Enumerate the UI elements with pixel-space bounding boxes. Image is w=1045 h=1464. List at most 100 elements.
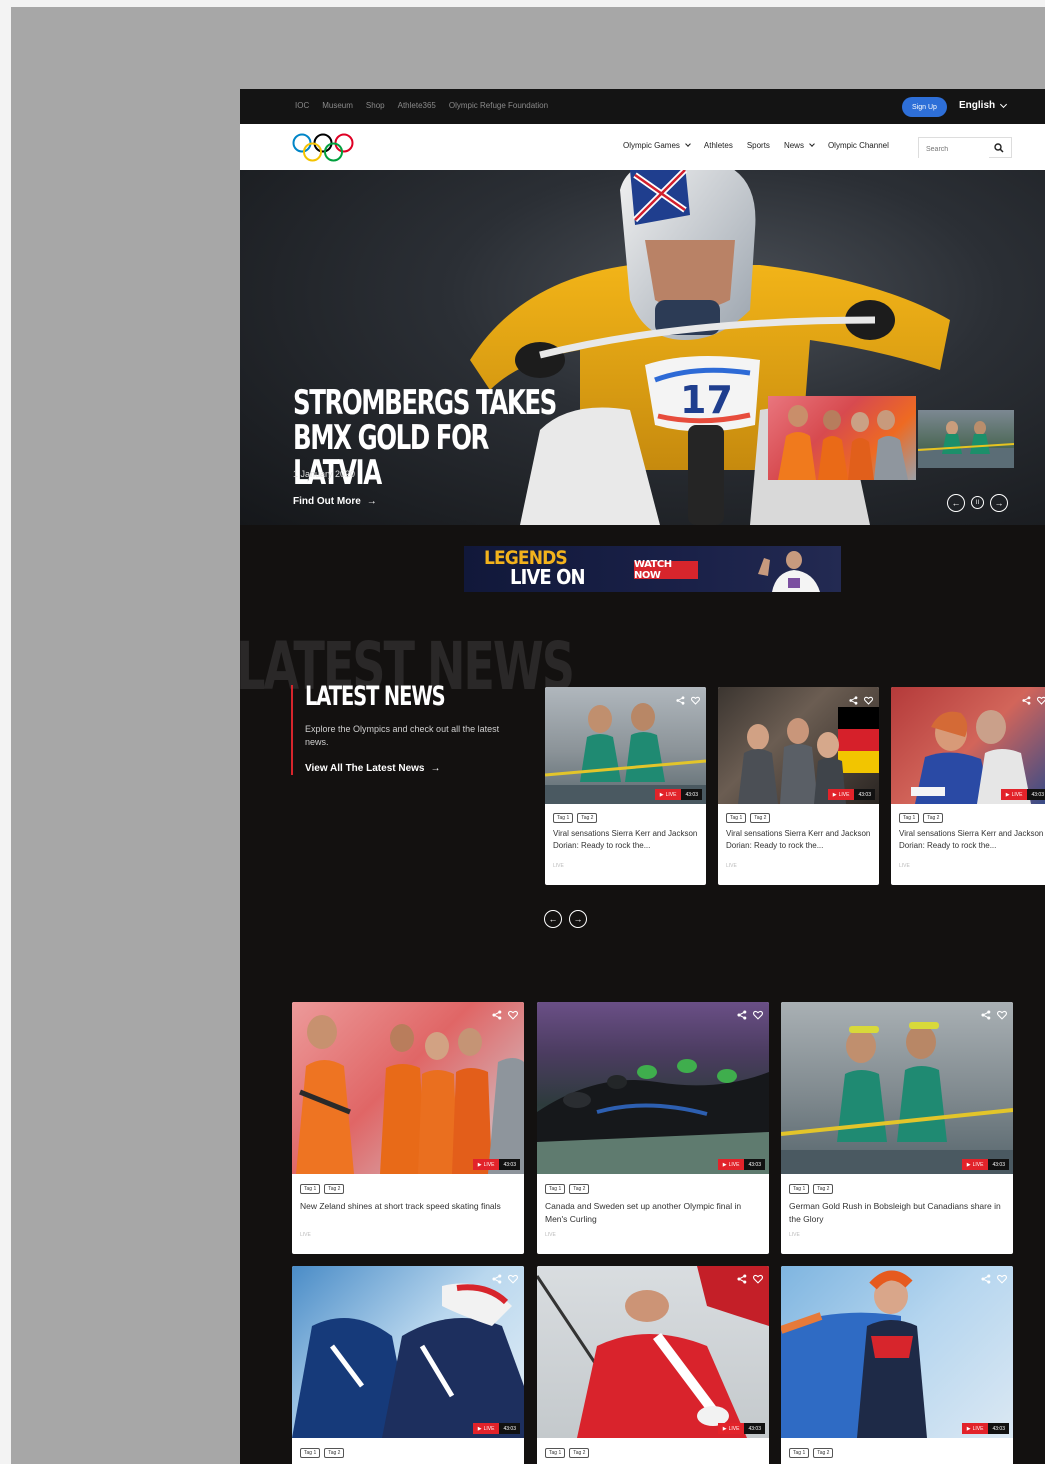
- utility-link-ioc[interactable]: IOC: [295, 101, 309, 110]
- nav-item-olympic-games[interactable]: Olympic Games: [623, 141, 691, 150]
- hero-thumbnails: [768, 396, 1014, 480]
- tag-chip[interactable]: Tag 1: [300, 1184, 321, 1194]
- nav-item-athletes[interactable]: Athletes: [704, 141, 733, 150]
- news-grid-card[interactable]: ▶ LIVE 43:03 Tag 1 Tag 2 New Zeland shine…: [292, 1002, 524, 1254]
- news-card[interactable]: ▶ LIVE 43:03 Tag 1 Tag 2 Viral sensations…: [891, 687, 1045, 885]
- tag-chip[interactable]: Tag 1: [300, 1448, 321, 1458]
- nav-item-olympic-channel[interactable]: Olympic Channel: [828, 141, 889, 150]
- news-card-title: New Zeland shines at short track speed s…: [300, 1201, 501, 1211]
- card-actions: [737, 1007, 763, 1025]
- curler-photo: [537, 1266, 769, 1438]
- live-badge-label: LIVE: [1011, 791, 1023, 798]
- hero-find-out-more-link[interactable]: Find Out More →: [293, 496, 377, 507]
- hero-pause-button[interactable]: II: [971, 496, 984, 509]
- tag-chip[interactable]: Tag 2: [923, 813, 944, 823]
- share-icon[interactable]: [981, 1007, 991, 1025]
- tag-chip[interactable]: Tag 2: [569, 1184, 590, 1194]
- utility-link-museum[interactable]: Museum: [322, 101, 353, 110]
- share-icon[interactable]: [737, 1271, 747, 1289]
- view-all-latest-news-link[interactable]: View All The Latest News →: [305, 763, 440, 774]
- nav-item-sports[interactable]: Sports: [747, 141, 770, 150]
- search-input[interactable]: [919, 140, 989, 159]
- news-prev-button[interactable]: ←: [544, 910, 562, 928]
- heart-icon[interactable]: [691, 692, 700, 710]
- news-grid-card[interactable]: ▶ LIVE 43:03 Tag 1 Tag 2 Canada and Swede…: [537, 1002, 769, 1254]
- news-grid-card[interactable]: ▶ LIVE 43:03 Tag 1 Tag 2: [292, 1266, 524, 1464]
- tag-chip[interactable]: Tag 1: [553, 813, 574, 823]
- hero-thumbnail-skaters[interactable]: [768, 396, 916, 480]
- news-card-footer: LIVE: [899, 863, 910, 869]
- utility-link-shop[interactable]: Shop: [366, 101, 385, 110]
- share-icon[interactable]: [492, 1007, 502, 1025]
- card-actions: [1022, 692, 1045, 710]
- share-icon[interactable]: [1022, 692, 1031, 710]
- arrow-right-icon: →: [573, 913, 583, 924]
- news-grid-card[interactable]: ▶ LIVE 43:03 Tag 1 Tag 2: [537, 1266, 769, 1464]
- hero-next-button[interactable]: →: [990, 494, 1008, 512]
- tag-chip[interactable]: Tag 1: [545, 1184, 566, 1194]
- olympic-rings-logo[interactable]: [292, 132, 358, 164]
- main-nav-items: Olympic Games Athletes Sports News Olymp…: [623, 141, 889, 150]
- heart-icon[interactable]: [1037, 692, 1045, 710]
- tag-chip[interactable]: Tag 1: [545, 1448, 566, 1458]
- news-card-image: ▶ LIVE 43:03: [891, 687, 1045, 804]
- search-icon[interactable]: [994, 143, 1004, 153]
- live-badge: ▶ LIVE: [1000, 789, 1028, 800]
- tag-chip[interactable]: Tag 2: [569, 1448, 590, 1458]
- nav-item-news[interactable]: News: [784, 141, 815, 150]
- heart-icon[interactable]: [864, 692, 873, 710]
- tag-chip[interactable]: Tag 1: [726, 813, 747, 823]
- skaters-thumbnail-image: [778, 405, 908, 480]
- share-icon[interactable]: [492, 1271, 502, 1289]
- live-duration-badge: ▶ LIVE 43:03: [827, 789, 875, 800]
- live-badge-label: LIVE: [728, 1425, 740, 1432]
- heart-icon[interactable]: [508, 1007, 518, 1025]
- share-icon[interactable]: [676, 692, 685, 710]
- heart-icon[interactable]: [508, 1271, 518, 1289]
- heart-icon[interactable]: [753, 1271, 763, 1289]
- live-duration-badge: ▶ LIVE 43:03: [717, 1159, 765, 1170]
- live-badge: ▶ LIVE: [827, 789, 855, 800]
- live-badge-label: LIVE: [728, 1161, 740, 1168]
- tag-chip[interactable]: Tag 1: [789, 1448, 810, 1458]
- language-selector[interactable]: English: [959, 100, 1008, 111]
- tag-chip[interactable]: Tag 1: [899, 813, 920, 823]
- tag-chip[interactable]: Tag 2: [813, 1448, 834, 1458]
- banner-athlete-image: [758, 551, 820, 592]
- news-grid-card[interactable]: ▶ LIVE 43:03 Tag 1 Tag 2: [781, 1266, 1013, 1464]
- tag-chip[interactable]: Tag 2: [324, 1184, 345, 1194]
- news-card-title: Viral sensations Sierra Kerr and Jackson…: [899, 829, 1044, 850]
- banner-watch-now-button[interactable]: WATCH NOW: [634, 559, 698, 581]
- news-grid-card[interactable]: ▶ LIVE 43:03 Tag 1 Tag 2 German Gold Rush…: [781, 1002, 1013, 1254]
- utility-link-athlete365[interactable]: Athlete365: [398, 101, 436, 110]
- card-tags: Tag 1 Tag 2: [537, 1174, 769, 1194]
- play-icon: ▶: [659, 791, 664, 798]
- tag-chip[interactable]: Tag 2: [577, 813, 598, 823]
- olympics-homepage: IOC Museum Shop Athlete365 Olympic Refug…: [240, 89, 1045, 1464]
- news-card[interactable]: ▶ LIVE 43:03 Tag 1 Tag 2 Viral sensations…: [545, 687, 706, 885]
- share-icon[interactable]: [737, 1007, 747, 1025]
- duration-label: 43:03: [681, 789, 702, 800]
- view-all-label: View All The Latest News: [305, 763, 425, 774]
- live-badge: ▶ LIVE: [472, 1159, 500, 1170]
- heart-icon[interactable]: [997, 1007, 1007, 1025]
- tag-chip[interactable]: Tag 2: [750, 813, 771, 823]
- hero-thumbnail-rowers[interactable]: [918, 410, 1014, 468]
- news-next-button[interactable]: →: [569, 910, 587, 928]
- live-badge: ▶ LIVE: [472, 1423, 500, 1434]
- share-icon[interactable]: [849, 692, 858, 710]
- tag-chip[interactable]: Tag 1: [789, 1184, 810, 1194]
- tag-chip[interactable]: Tag 2: [324, 1448, 345, 1458]
- news-card-image: ▶ LIVE 43:03: [292, 1266, 524, 1438]
- hero-prev-button[interactable]: ←: [947, 494, 965, 512]
- heart-icon[interactable]: [753, 1007, 763, 1025]
- news-card[interactable]: ▶ LIVE 43:03 Tag 1 Tag 2 Viral sensations…: [718, 687, 879, 885]
- utility-link-refuge-foundation[interactable]: Olympic Refuge Foundation: [449, 101, 548, 110]
- sign-up-button[interactable]: Sign Up: [902, 97, 947, 117]
- tag-chip[interactable]: Tag 2: [813, 1184, 834, 1194]
- live-badge: ▶ LIVE: [654, 789, 682, 800]
- heart-icon[interactable]: [997, 1271, 1007, 1289]
- legends-live-on-banner[interactable]: LEGENDS LIVE ON WATCH NOW: [464, 546, 841, 592]
- hero-date: 1 January 2020: [293, 469, 356, 479]
- share-icon[interactable]: [981, 1271, 991, 1289]
